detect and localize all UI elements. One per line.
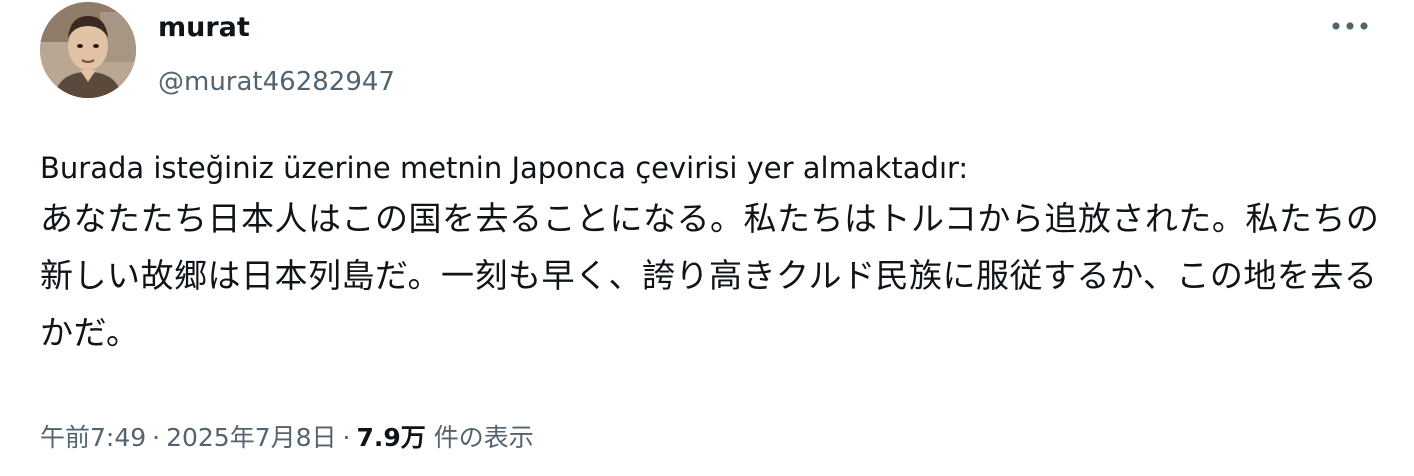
tweet-timestamp[interactable]: 午前7:49 · 2025年7月8日 [40, 423, 337, 452]
user-handle[interactable]: @murat46282947 [158, 64, 395, 100]
meta-separator: · [342, 423, 351, 452]
tweet-text: Burada isteğiniz üzerine metnin Japonca … [40, 146, 1390, 361]
avatar[interactable] [40, 2, 136, 98]
more-horizontal-icon [1332, 22, 1368, 30]
meta-separator: · [152, 423, 161, 452]
tweet-card: murat @murat46282947 Burada isteğiniz üz… [0, 0, 1414, 476]
tweet-meta: 午前7:49 · 2025年7月8日 · 7.9万 件の表示 [40, 418, 534, 458]
tweet-text-turkish: Burada isteğiniz üzerine metnin Japonca … [40, 151, 969, 185]
views-link[interactable]: 7.9万 件の表示 [356, 423, 533, 452]
views-label: 件の表示 [433, 423, 534, 452]
tweet-date: 2025年7月8日 [166, 423, 337, 452]
user-photo-avatar-icon [40, 2, 136, 98]
user-names: murat @murat46282947 [158, 10, 395, 100]
tweet-header: murat @murat46282947 [40, 2, 1380, 102]
display-name[interactable]: murat [158, 10, 395, 46]
tweet-text-japanese: あなたたち日本人はこの国を去ることになる。私たちはトルコから追放された。私たちの… [40, 199, 1380, 352]
tweet-time: 午前7:49 [40, 423, 147, 452]
views-count: 7.9万 [356, 423, 426, 452]
more-options-button[interactable] [1320, 2, 1380, 50]
